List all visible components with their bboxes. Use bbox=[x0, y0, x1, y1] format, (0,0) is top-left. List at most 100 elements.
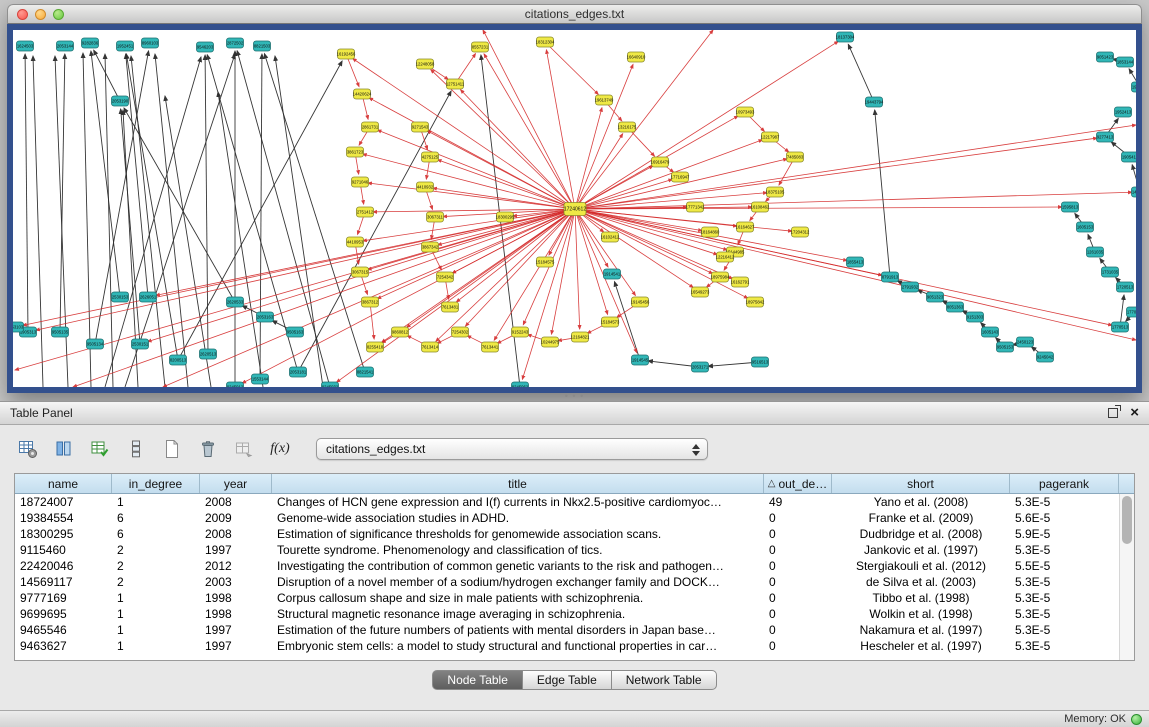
minimize-window-button[interactable] bbox=[35, 9, 46, 20]
graph-edge[interactable] bbox=[461, 90, 575, 209]
graph-edge[interactable] bbox=[242, 209, 575, 383]
graph-edge[interactable] bbox=[126, 54, 148, 297]
graph-edge[interactable] bbox=[368, 183, 575, 209]
table-row[interactable]: 1456911722003Disruption of a novel membe… bbox=[15, 574, 1134, 590]
column-header-out_degree[interactable]: △out_de… bbox=[764, 474, 832, 493]
graph-edge[interactable] bbox=[438, 160, 575, 209]
tab-node-table[interactable]: Node Table bbox=[432, 670, 523, 690]
graph-node-label: 17240612 bbox=[564, 207, 586, 213]
table-settings-icon[interactable] bbox=[14, 435, 42, 463]
graph-edge[interactable] bbox=[456, 209, 575, 302]
table-row[interactable]: 946554611997Estimation of the future num… bbox=[15, 622, 1134, 638]
tab-edge-table[interactable]: Edge Table bbox=[523, 670, 612, 690]
graph-edge[interactable] bbox=[575, 159, 787, 209]
graph-edge[interactable] bbox=[483, 30, 575, 209]
new-document-icon[interactable] bbox=[158, 435, 186, 463]
apply-table-icon[interactable] bbox=[86, 435, 114, 463]
function-icon[interactable]: f(x) bbox=[266, 435, 294, 463]
cell-year: 2003 bbox=[200, 575, 272, 589]
cell-name: 18724007 bbox=[15, 495, 112, 509]
table-row[interactable]: 1830029562008Estimation of significance … bbox=[15, 526, 1134, 542]
columns-icon[interactable] bbox=[50, 435, 78, 463]
graph-edge[interactable] bbox=[363, 209, 575, 241]
graph-edge[interactable] bbox=[575, 209, 580, 329]
cell-in_degree: 1 bbox=[112, 495, 200, 509]
panel-resize-grip[interactable]: • • • bbox=[0, 393, 1149, 401]
close-panel-icon[interactable]: × bbox=[1130, 408, 1139, 418]
table-row[interactable]: 977716911998Corpus callosum shape and si… bbox=[15, 590, 1134, 606]
table-row[interactable]: 946362711997Embryonic stem cells: a mode… bbox=[15, 638, 1134, 654]
window-controls bbox=[17, 9, 64, 20]
graph-node-label: 7613441 bbox=[482, 345, 499, 350]
graph-edge[interactable] bbox=[575, 209, 608, 314]
graph-edge[interactable] bbox=[575, 209, 637, 353]
column-header-name[interactable]: name bbox=[15, 474, 112, 493]
graph-edge[interactable] bbox=[370, 302, 374, 339]
column-header-pagerank[interactable]: pagerank bbox=[1010, 474, 1119, 493]
graph-edge[interactable] bbox=[207, 55, 298, 372]
column-header-in_degree[interactable]: in_degree bbox=[112, 474, 200, 493]
table-row[interactable]: 2242004622012Investigating the contribut… bbox=[15, 558, 1134, 574]
table-row[interactable]: 911546021997Tourette syndrome. Phenomeno… bbox=[15, 542, 1134, 558]
import-table-icon[interactable] bbox=[230, 435, 258, 463]
table-row[interactable]: 969969511998Structural magnetic resonanc… bbox=[15, 606, 1134, 622]
cell-title: Embryonic stem cells: a model to study s… bbox=[272, 639, 764, 653]
tab-network-table[interactable]: Network Table bbox=[612, 670, 717, 690]
graph-edge[interactable] bbox=[575, 138, 1097, 209]
graph-edge[interactable] bbox=[165, 96, 211, 387]
memory-status: Memory: OK bbox=[1064, 713, 1126, 725]
graph-edge[interactable] bbox=[94, 50, 120, 101]
graph-edge[interactable] bbox=[433, 188, 575, 209]
graph-node-label: 1553144 bbox=[252, 377, 269, 382]
network-file-select[interactable]: citations_edges.txt bbox=[316, 438, 708, 460]
graph-edge[interactable] bbox=[427, 131, 575, 209]
table-vertical-scrollbar[interactable] bbox=[1119, 494, 1134, 660]
network-canvas[interactable]: 1724061218312304166409101961374913216175… bbox=[13, 30, 1136, 387]
rows-icon[interactable] bbox=[122, 435, 150, 463]
graph-edge[interactable] bbox=[25, 54, 28, 332]
graph-node-label: 1731035 bbox=[1102, 270, 1119, 275]
graph-edge[interactable] bbox=[260, 54, 262, 379]
zoom-window-button[interactable] bbox=[53, 9, 64, 20]
graph-edge[interactable] bbox=[465, 209, 575, 326]
graph-node-label: 16162791 bbox=[731, 280, 750, 285]
graph-edge[interactable] bbox=[575, 209, 1112, 325]
graph-edge[interactable] bbox=[575, 140, 762, 209]
float-panel-icon[interactable] bbox=[1108, 408, 1118, 418]
cell-in_degree: 1 bbox=[112, 591, 200, 605]
cell-out_degree: 0 bbox=[764, 527, 832, 541]
graph-edge[interactable] bbox=[125, 54, 235, 387]
graph-edge[interactable] bbox=[377, 209, 575, 299]
delete-icon[interactable] bbox=[194, 435, 222, 463]
graph-edge[interactable] bbox=[575, 209, 713, 274]
graph-node-label: 1605153 bbox=[1077, 225, 1094, 230]
graph-edge[interactable] bbox=[83, 53, 91, 387]
graph-edge[interactable] bbox=[575, 193, 767, 209]
table-row[interactable]: 1872400712008Changes of HCN gene express… bbox=[15, 494, 1134, 510]
graph-node-label: 1905413 bbox=[1122, 155, 1136, 160]
graph-edge[interactable] bbox=[363, 154, 575, 209]
graph-edge[interactable] bbox=[575, 192, 1132, 209]
graph-edge[interactable] bbox=[575, 209, 693, 288]
graph-edge[interactable] bbox=[124, 108, 235, 302]
graph-edge[interactable] bbox=[575, 64, 633, 209]
graph-edge[interactable] bbox=[105, 57, 201, 387]
column-header-year[interactable]: year bbox=[200, 474, 272, 493]
graph-edge[interactable] bbox=[575, 209, 733, 279]
close-window-button[interactable] bbox=[17, 9, 28, 20]
graph-edge[interactable] bbox=[575, 134, 623, 209]
graph-edge[interactable] bbox=[575, 41, 838, 209]
graph-edge[interactable] bbox=[575, 209, 1136, 340]
graph-edge[interactable] bbox=[875, 110, 890, 277]
graph-node-label: 2530153 bbox=[112, 295, 129, 300]
table-row[interactable]: 1938455462009Genome-wide association stu… bbox=[15, 510, 1134, 526]
network-window-titlebar[interactable]: citations_edges.txt bbox=[7, 4, 1142, 24]
graph-edge[interactable] bbox=[218, 92, 263, 387]
column-header-title[interactable]: title bbox=[272, 474, 764, 493]
graph-edge[interactable] bbox=[848, 44, 874, 102]
column-header-short[interactable]: short bbox=[832, 474, 1010, 493]
graph-node-label: 1905213 bbox=[1132, 85, 1136, 90]
graph-node-label: 16549273 bbox=[691, 290, 710, 295]
graph-edge[interactable] bbox=[575, 108, 602, 209]
scrollbar-thumb[interactable] bbox=[1122, 496, 1132, 544]
